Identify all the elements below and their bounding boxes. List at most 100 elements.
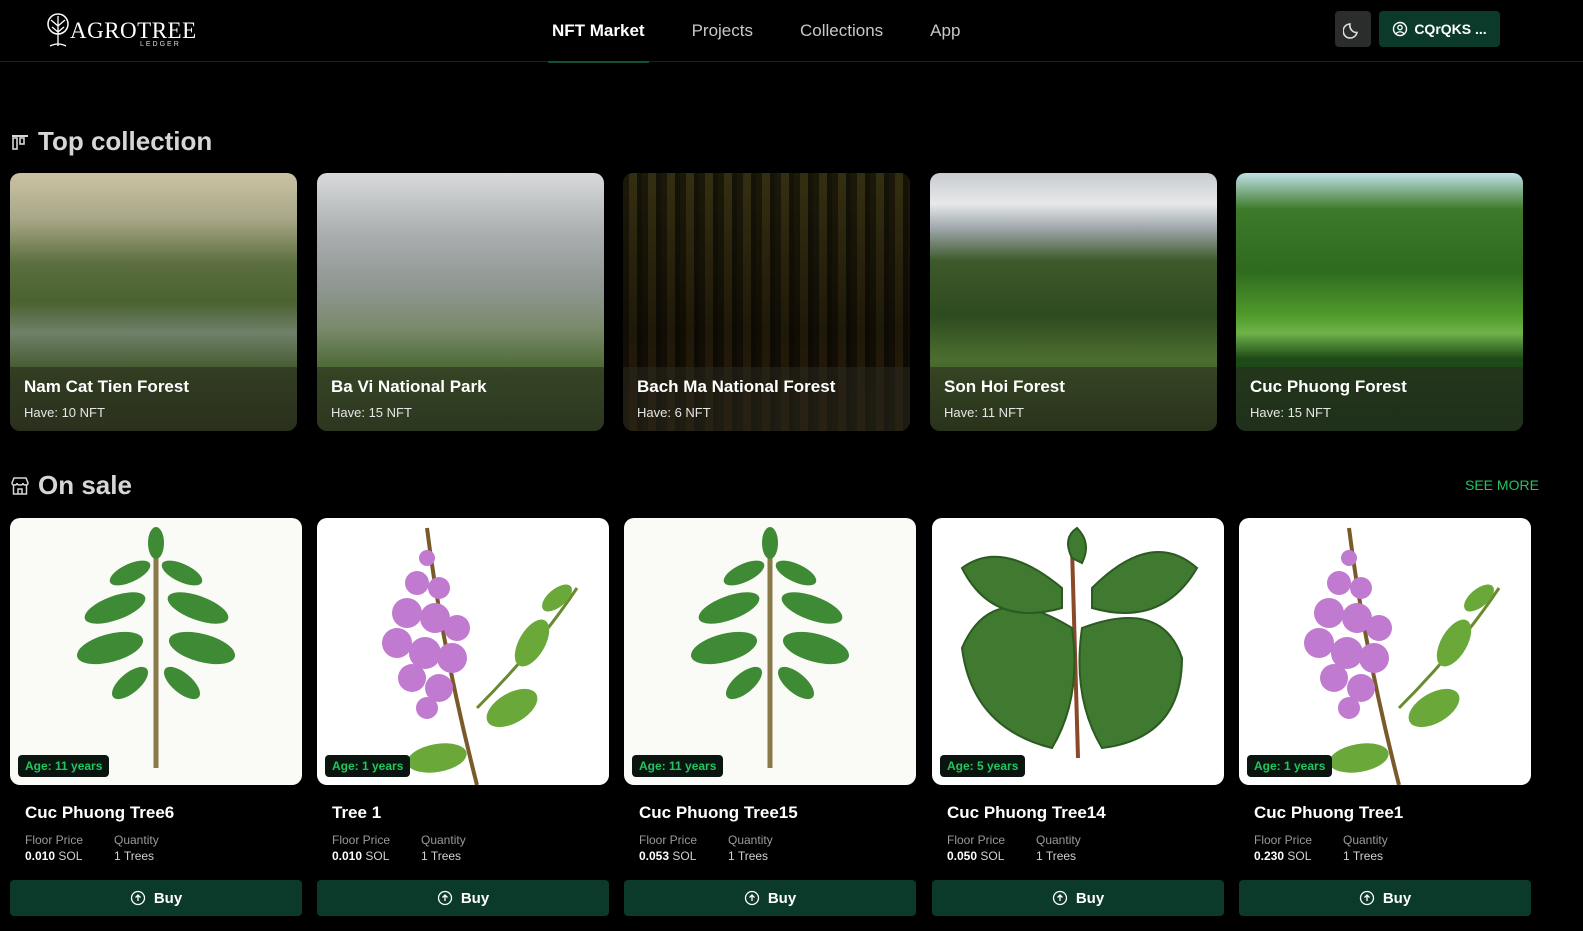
nft-image: Age: 1 years	[1239, 518, 1531, 785]
nft-name: Cuc Phuong Tree1	[1254, 803, 1404, 822]
nft-card[interactable]: Age: 11 years Cuc Phuong Tree6 Floor Pri…	[10, 518, 302, 918]
price-unit: SOL	[1287, 849, 1312, 863]
buy-label: Buy	[460, 889, 490, 907]
quantity-label: Quantity	[1343, 833, 1388, 847]
collection-card[interactable]: Ba Vi National Park Have: 15 NFT	[317, 173, 604, 431]
buy-label: Buy	[1075, 889, 1105, 907]
nft-image: Age: 11 years	[624, 518, 916, 785]
main-nav: NFT Market Projects Collections App	[548, 0, 1007, 63]
quantity-value: 1 Trees	[1036, 849, 1076, 863]
qty-amount: 1	[1343, 849, 1350, 863]
collection-count: Have: 15 NFT	[1250, 405, 1331, 420]
buy-arrow-icon	[744, 890, 759, 906]
nft-card[interactable]: Age: 11 years Cuc Phuong Tree15 Floor Pr…	[624, 518, 916, 918]
buy-button[interactable]: Buy	[1239, 880, 1531, 916]
price-amount: 0.050	[947, 849, 978, 863]
floor-price-label: Floor Price	[25, 833, 84, 847]
nft-image: Age: 11 years	[10, 518, 302, 785]
qty-unit: Trees	[1352, 849, 1384, 863]
floor-price-value: 0.010 SOL	[332, 849, 389, 863]
buy-button[interactable]: Buy	[932, 880, 1224, 916]
nav-app[interactable]: App	[930, 0, 960, 62]
on-sale-title: On sale	[38, 470, 132, 500]
price-amount: 0.230	[1254, 849, 1285, 863]
floor-price-value: 0.010 SOL	[25, 849, 82, 863]
age-badge: Age: 11 years	[18, 755, 110, 777]
age-badge: Age: 1 years	[325, 755, 411, 777]
floor-price-label: Floor Price	[332, 833, 391, 847]
buy-arrow-icon	[130, 890, 145, 906]
collection-count: Have: 10 NFT	[24, 405, 105, 420]
collection-card[interactable]: Son Hoi Forest Have: 11 NFT	[930, 173, 1217, 431]
nft-name: Cuc Phuong Tree6	[25, 803, 175, 822]
collection-count: Have: 11 NFT	[944, 405, 1024, 420]
green-tree-illustration	[690, 527, 850, 768]
qty-amount: 1	[114, 849, 121, 863]
moon-icon	[1343, 23, 1359, 39]
paulownia-flower-illustration	[1304, 527, 1501, 785]
buy-label: Buy	[767, 889, 797, 907]
age-badge: Age: 5 years	[940, 755, 1026, 777]
nft-name: Cuc Phuong Tree14	[947, 803, 1106, 822]
buy-button[interactable]: Buy	[10, 880, 302, 916]
nav-collections[interactable]: Collections	[800, 0, 883, 62]
price-amount: 0.053	[639, 849, 670, 863]
buy-label: Buy	[153, 889, 183, 907]
nft-name: Tree 1	[332, 803, 382, 822]
buy-button[interactable]: Buy	[624, 880, 916, 916]
nav-nft-market[interactable]: NFT Market	[548, 0, 649, 63]
price-unit: SOL	[672, 849, 697, 863]
quantity-value: 1 Trees	[114, 849, 154, 863]
quantity-label: Quantity	[1036, 833, 1081, 847]
quantity-label: Quantity	[728, 833, 773, 847]
buy-button[interactable]: Buy	[317, 880, 609, 916]
collection-count: Have: 15 NFT	[331, 405, 412, 420]
collection-card[interactable]: Nam Cat Tien Forest Have: 10 NFT	[10, 173, 297, 431]
green-tree-illustration	[76, 527, 236, 768]
quantity-value: 1 Trees	[1343, 849, 1383, 863]
quantity-label: Quantity	[421, 833, 466, 847]
store-icon	[11, 476, 29, 495]
quantity-label: Quantity	[114, 833, 159, 847]
collection-card[interactable]: Bach Ma National Forest Have: 6 NFT	[623, 173, 910, 431]
price-unit: SOL	[980, 849, 1005, 863]
collection-name: Nam Cat Tien Forest	[24, 377, 190, 396]
collection-count: Have: 6 NFT	[637, 405, 711, 420]
qty-unit: Trees	[123, 849, 155, 863]
qty-unit: Trees	[430, 849, 462, 863]
floor-price-value: 0.050 SOL	[947, 849, 1004, 863]
floor-price-value: 0.053 SOL	[639, 849, 696, 863]
floor-price-label: Floor Price	[639, 833, 698, 847]
buy-arrow-icon	[437, 890, 452, 906]
top-collection-title: Top collection	[38, 126, 213, 156]
floor-price-value: 0.230 SOL	[1254, 849, 1311, 863]
qty-unit: Trees	[737, 849, 769, 863]
nft-image: Age: 1 years	[317, 518, 609, 785]
see-more-link[interactable]: SEE MORE	[1465, 477, 1539, 493]
nft-image: Age: 5 years	[932, 518, 1224, 785]
age-badge: Age: 1 years	[1247, 755, 1333, 777]
top-collection-heading: Top collection	[10, 126, 212, 157]
buy-arrow-icon	[1052, 890, 1067, 906]
collection-card[interactable]: Cuc Phuong Forest Have: 15 NFT	[1236, 173, 1523, 431]
chart-bars-icon	[12, 134, 28, 150]
collection-name: Ba Vi National Park	[331, 377, 487, 396]
nav-projects[interactable]: Projects	[692, 0, 753, 62]
wallet-button[interactable]: CQrQKS ...	[1379, 11, 1500, 47]
quantity-value: 1 Trees	[421, 849, 461, 863]
qty-amount: 1	[728, 849, 735, 863]
price-amount: 0.010	[25, 849, 56, 863]
nft-card[interactable]: Age: 5 years Cuc Phuong Tree14 Floor Pri…	[932, 518, 1224, 918]
nft-card[interactable]: Age: 1 years Cuc Phuong Tree1 Floor Pric…	[1239, 518, 1531, 918]
wallet-address: CQrQKS ...	[1414, 21, 1487, 37]
logo-subtext: LEDGER	[140, 41, 181, 48]
theme-toggle-button[interactable]	[1335, 11, 1371, 47]
nft-card[interactable]: Age: 1 years Tree 1 Floor Price Quantity…	[317, 518, 609, 918]
collection-name: Bach Ma National Forest	[637, 377, 836, 396]
logo[interactable]: AGROTREE LEDGER	[42, 10, 196, 50]
floor-price-label: Floor Price	[947, 833, 1006, 847]
buy-arrow-icon	[1359, 890, 1374, 906]
floor-price-label: Floor Price	[1254, 833, 1313, 847]
buy-label: Buy	[1382, 889, 1412, 907]
nft-name: Cuc Phuong Tree15	[639, 803, 798, 822]
